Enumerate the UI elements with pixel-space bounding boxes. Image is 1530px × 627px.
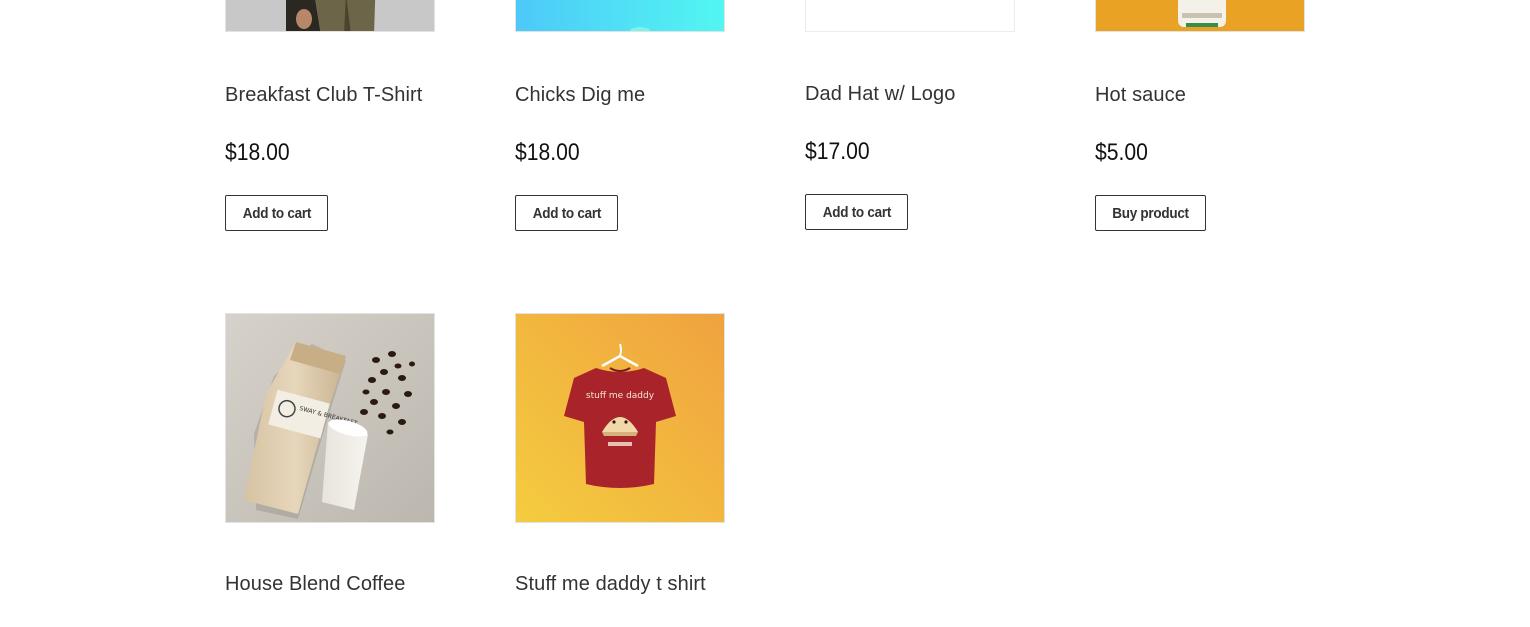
buy-product-label: Buy product: [1112, 204, 1189, 222]
product-price: $18.00: [225, 139, 290, 166]
product-title[interactable]: Dad Hat w/ Logo: [805, 83, 955, 106]
product-image-hot-sauce[interactable]: [1095, 0, 1305, 32]
product-title[interactable]: Hot sauce: [1095, 84, 1186, 107]
product-title[interactable]: Stuff me daddy t shirt: [515, 573, 706, 596]
product-image-breakfast-club-tshirt[interactable]: [225, 0, 435, 32]
buy-product-button[interactable]: Buy product: [1095, 195, 1206, 231]
product-title[interactable]: House Blend Coffee: [225, 573, 405, 596]
product-image-stuff-me-daddy-tshirt[interactable]: stuff me daddy: [515, 313, 725, 523]
product-image-chicks-dig-me[interactable]: [515, 0, 725, 32]
add-to-cart-button[interactable]: Add to cart: [225, 195, 328, 231]
product-image-house-blend-coffee[interactable]: SWAY & BREAKFAST: [225, 313, 435, 523]
product-price: $18.00: [515, 139, 580, 166]
product-title[interactable]: Chicks Dig me: [515, 84, 645, 107]
shirt-print-text: stuff me daddy: [586, 391, 655, 401]
product-image-dad-hat[interactable]: [805, 0, 1015, 32]
product-grid-page: Breakfast Club T-Shirt $18.00 Add to car…: [0, 0, 1530, 627]
add-to-cart-label: Add to cart: [532, 204, 601, 222]
add-to-cart-button[interactable]: Add to cart: [805, 194, 908, 230]
product-title[interactable]: Breakfast Club T-Shirt: [225, 84, 422, 107]
product-price: $5.00: [1095, 139, 1148, 166]
add-to-cart-label: Add to cart: [822, 203, 891, 221]
add-to-cart-button[interactable]: Add to cart: [515, 195, 618, 231]
add-to-cart-label: Add to cart: [242, 204, 311, 222]
product-price: $17.00: [805, 138, 870, 165]
